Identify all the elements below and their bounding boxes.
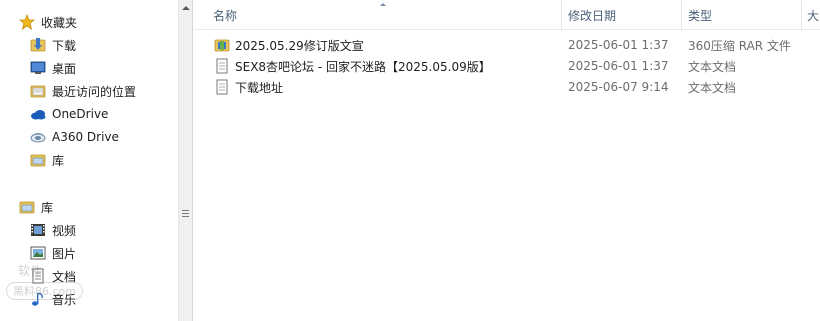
music-library-icon (30, 291, 46, 307)
recent-places-icon (30, 83, 46, 99)
column-header-row: 名称 修改日期 类型 大 (194, 0, 820, 30)
nav-favorites[interactable]: 收藏夹 (18, 12, 78, 32)
nav-item-label: 下载 (52, 38, 77, 53)
file-type: 文本文档 (688, 59, 737, 74)
onedrive-cloud-icon (30, 106, 46, 122)
nav-item-desktop[interactable]: 桌面 (30, 58, 76, 78)
file-date: 2025-06-01 1:37 (568, 38, 669, 52)
videos-library-icon (30, 222, 46, 238)
nav-item-label: 图片 (52, 246, 77, 261)
rar-archive-icon (214, 37, 230, 53)
file-row[interactable]: SEX8杏吧论坛 - 回家不迷路【2025.05.09版】 2025-06-01… (194, 56, 820, 76)
navigation-scrollbar[interactable] (178, 0, 193, 321)
nav-item-downloads[interactable]: 下载 (30, 35, 76, 55)
nav-item-pictures[interactable]: 图片 (30, 243, 76, 263)
nav-item-a360-drive[interactable]: A360 Drive (30, 127, 119, 147)
column-header-name[interactable]: 名称 (194, 0, 562, 30)
text-document-icon (214, 58, 230, 74)
nav-item-label: 文档 (52, 269, 77, 284)
column-header-size[interactable]: 大 (802, 0, 820, 30)
nav-item-documents[interactable]: 文档 (30, 266, 76, 286)
nav-libraries-label: 库 (41, 200, 54, 215)
nav-item-label: 桌面 (52, 61, 77, 76)
file-list: 名称 修改日期 类型 大 2025.05.29修订版文宣 2025-06-01 … (194, 0, 820, 321)
nav-item-music[interactable]: 音乐 (30, 289, 76, 309)
file-row[interactable]: 2025.05.29修订版文宣 2025-06-01 1:37 360压缩 RA… (194, 35, 820, 55)
file-type: 文本文档 (688, 80, 737, 95)
text-document-icon (214, 79, 230, 95)
nav-item-label: 最近访问的位置 (52, 84, 137, 99)
desktop-icon (30, 60, 46, 76)
column-header-name-label: 名称 (213, 8, 238, 23)
documents-library-icon (30, 268, 46, 284)
downloads-folder-icon (30, 37, 46, 53)
file-name: SEX8杏吧论坛 - 回家不迷路【2025.05.09版】 (235, 59, 491, 74)
file-row[interactable]: 下载地址 2025-06-07 9:14 文本文档 (194, 77, 820, 97)
column-header-size-label: 大 (807, 8, 820, 23)
nav-libraries[interactable]: 库 (19, 197, 53, 217)
library-folder-icon (30, 152, 46, 168)
pictures-library-icon (30, 245, 46, 261)
file-name: 下载地址 (235, 80, 284, 95)
nav-item-label: OneDrive (52, 107, 109, 121)
libraries-icon (19, 199, 35, 215)
file-name-cell: 下载地址 (214, 77, 283, 97)
scroll-up-arrow-icon[interactable] (182, 6, 190, 10)
nav-item-onedrive[interactable]: OneDrive (30, 104, 108, 124)
nav-item-label: 音乐 (52, 292, 77, 307)
nav-item-label: A360 Drive (52, 130, 119, 144)
nav-favorites-label: 收藏夹 (41, 15, 78, 30)
nav-item-recent-places[interactable]: 最近访问的位置 (30, 81, 136, 101)
file-date: 2025-06-01 1:37 (568, 59, 669, 73)
column-header-type-label: 类型 (688, 8, 713, 23)
navigation-pane: 收藏夹 下载 桌面 最近访问的位置 OneDrive A360 Drive 库 … (0, 0, 178, 321)
column-header-date[interactable]: 修改日期 (562, 0, 682, 30)
a360-drive-icon (30, 129, 46, 145)
column-header-date-label: 修改日期 (568, 8, 617, 23)
nav-item-videos[interactable]: 视频 (30, 220, 76, 240)
file-type: 360压缩 RAR 文件 (688, 38, 791, 53)
file-date: 2025-06-07 9:14 (568, 80, 669, 94)
column-header-type[interactable]: 类型 (682, 0, 802, 30)
splitter-grip-icon[interactable] (182, 210, 189, 219)
nav-item-label: 库 (52, 153, 65, 168)
nav-item-libraries-shortcut[interactable]: 库 (30, 150, 64, 170)
nav-item-label: 视频 (52, 223, 77, 238)
star-icon (18, 13, 36, 30)
file-name: 2025.05.29修订版文宣 (235, 38, 364, 53)
file-name-cell: SEX8杏吧论坛 - 回家不迷路【2025.05.09版】 (214, 56, 491, 76)
file-name-cell: 2025.05.29修订版文宣 (214, 35, 364, 55)
